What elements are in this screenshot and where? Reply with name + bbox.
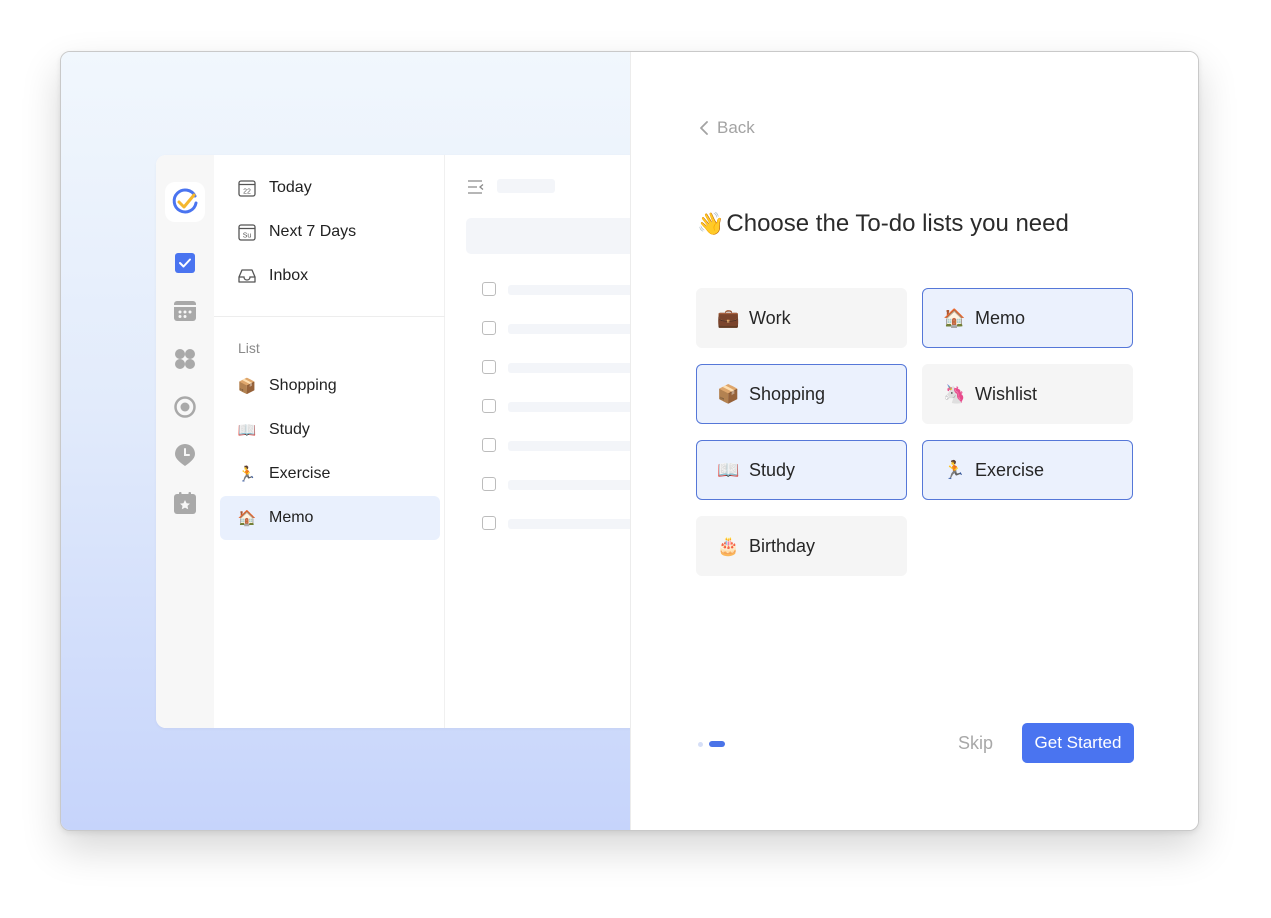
option-exercise[interactable]: 🏃 Exercise <box>922 440 1133 500</box>
list-label: Shopping <box>269 377 337 394</box>
menu-collapse-icon[interactable] <box>468 180 484 199</box>
list-item-memo[interactable]: 🏠 Memo <box>220 496 440 540</box>
focus-icon[interactable] <box>173 395 197 419</box>
task-placeholder <box>508 402 630 412</box>
option-label: Birthday <box>749 535 816 556</box>
nav-item-today[interactable]: 22 Today <box>220 166 440 210</box>
list-item-study[interactable]: 📖 Study <box>220 408 440 452</box>
task-placeholder <box>508 285 630 295</box>
option-study[interactable]: 📖 Study <box>696 440 907 500</box>
package-icon: 📦 <box>717 383 740 404</box>
nav-item-inbox[interactable]: Inbox <box>220 254 440 298</box>
task-checkbox[interactable] <box>482 516 496 530</box>
option-wishlist[interactable]: 🦄 Wishlist <box>922 364 1133 424</box>
task-checkbox[interactable] <box>482 282 496 296</box>
list-label: Study <box>269 421 310 438</box>
house-icon: 🏠 <box>943 307 966 328</box>
page-title: 👋 Choose the To-do lists you need <box>697 210 1069 238</box>
nav-label: Next 7 Days <box>269 223 357 240</box>
option-birthday[interactable]: 🎂 Birthday <box>696 516 907 576</box>
sidebar: 22 Today Su Next 7 Days Inbox List 📦 Sho… <box>214 155 445 728</box>
svg-text:Su: Su <box>243 233 252 240</box>
task-checkbox[interactable] <box>482 399 496 413</box>
task-checkbox-icon[interactable] <box>173 251 197 275</box>
app-preview: 22 Today Su Next 7 Days Inbox List 📦 Sho… <box>156 155 630 728</box>
calendar-today-icon: 22 <box>237 178 257 198</box>
option-label: Memo <box>975 307 1026 328</box>
list-label: Memo <box>269 509 314 526</box>
task-placeholder <box>508 324 630 334</box>
app-window: 22 Today Su Next 7 Days Inbox List 📦 Sho… <box>60 51 1199 831</box>
option-memo[interactable]: 🏠 Memo <box>922 288 1133 348</box>
onboarding-panel: Back 👋 Choose the To-do lists you need 💼… <box>630 52 1198 830</box>
list-item-exercise[interactable]: 🏃 Exercise <box>220 452 440 496</box>
task-placeholder <box>508 363 630 373</box>
package-icon: 📦 <box>237 378 257 395</box>
house-icon: 🏠 <box>237 510 257 527</box>
back-button[interactable]: Back <box>699 116 755 140</box>
calendar-week-icon: Su <box>237 222 257 242</box>
calendar-star-icon[interactable] <box>173 491 197 515</box>
chevron-left-icon <box>700 121 708 135</box>
task-list-preview <box>445 155 630 728</box>
calendar-icon[interactable] <box>173 299 197 323</box>
task-checkbox[interactable] <box>482 321 496 335</box>
app-logo-icon <box>165 182 205 222</box>
nav-item-next-7-days[interactable]: Su Next 7 Days <box>220 210 440 254</box>
page-dot <box>698 741 703 747</box>
list-label: Exercise <box>269 465 331 482</box>
task-placeholder <box>508 480 630 490</box>
back-label: Back <box>717 118 755 137</box>
page-title-text: Choose the To-do lists you need <box>726 210 1069 237</box>
option-label: Shopping <box>749 383 826 404</box>
svg-text:22: 22 <box>243 189 251 196</box>
habit-pin-icon[interactable] <box>173 443 197 467</box>
task-placeholder <box>508 519 630 529</box>
task-checkbox[interactable] <box>482 438 496 452</box>
option-label: Exercise <box>975 459 1045 480</box>
runner-icon: 🏃 <box>943 459 966 480</box>
matrix-icon[interactable] <box>173 347 197 371</box>
icon-rail <box>156 155 214 728</box>
sidebar-divider <box>214 316 445 317</box>
get-started-button[interactable]: Get Started <box>1022 723 1134 763</box>
waving-hand-icon: 👋 <box>697 211 725 236</box>
option-label: Wishlist <box>975 383 1037 404</box>
option-label: Work <box>749 307 791 328</box>
book-icon: 📖 <box>717 459 740 480</box>
skip-button[interactable]: Skip <box>958 733 993 754</box>
list-section-label: List <box>238 340 260 356</box>
task-placeholder <box>508 441 630 451</box>
preview-panel: 22 Today Su Next 7 Days Inbox List 📦 Sho… <box>61 52 630 830</box>
option-shopping[interactable]: 📦 Shopping <box>696 364 907 424</box>
add-task-placeholder <box>466 218 630 254</box>
option-work[interactable]: 💼 Work <box>696 288 907 348</box>
inbox-icon <box>237 266 257 286</box>
cake-icon: 🎂 <box>717 535 740 556</box>
page-indicator <box>698 740 731 748</box>
book-icon: 📖 <box>237 422 257 439</box>
page-dot-active <box>709 741 725 747</box>
list-item-shopping[interactable]: 📦 Shopping <box>220 364 440 408</box>
nav-label: Today <box>269 179 312 196</box>
runner-icon: 🏃 <box>237 466 257 483</box>
option-label: Study <box>749 459 796 480</box>
task-checkbox[interactable] <box>482 360 496 374</box>
title-placeholder <box>497 179 555 193</box>
briefcase-icon: 💼 <box>717 307 740 328</box>
nav-label: Inbox <box>269 267 309 284</box>
unicorn-icon: 🦄 <box>943 383 966 404</box>
task-checkbox[interactable] <box>482 477 496 491</box>
